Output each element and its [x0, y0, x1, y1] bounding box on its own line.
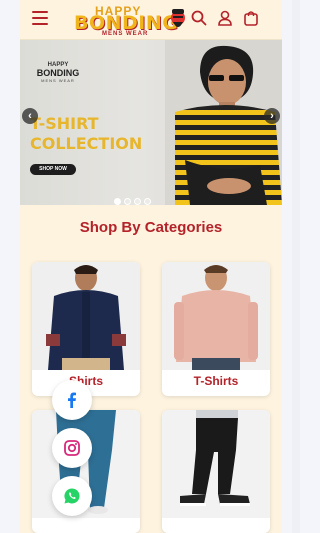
hero-model-image	[165, 40, 282, 205]
hero-brand-logo: HAPPY BONDING MENS WEAR	[36, 62, 80, 83]
slide-dot[interactable]	[124, 198, 131, 205]
category-card-t-shirts[interactable]: T-Shirts	[162, 262, 270, 396]
logo[interactable]: HAPPY BONDING MENS WEAR	[60, 2, 190, 40]
prev-slide-button[interactable]: ‹	[22, 108, 38, 124]
category-label: T-Shirts	[193, 374, 239, 388]
category-card-joggers[interactable]	[162, 410, 270, 533]
user-icon[interactable]	[216, 9, 234, 27]
facebook-icon	[68, 392, 76, 408]
slide-dot[interactable]	[144, 198, 151, 205]
whatsapp-button[interactable]	[52, 476, 92, 516]
facebook-button[interactable]	[52, 380, 92, 420]
hero-banner[interactable]: HAPPY BONDING MENS WEAR T-SHIRT COLLECTI…	[20, 40, 282, 205]
logo-mascot-icon	[171, 9, 185, 27]
section-title: Shop By Categories	[79, 219, 223, 236]
header: HAPPY BONDING MENS WEAR	[20, 0, 282, 40]
menu-icon[interactable]	[32, 11, 48, 25]
category-image	[162, 262, 270, 370]
category-image	[162, 410, 270, 518]
logo-mens-wear: MENS WEAR	[102, 31, 149, 37]
slide-dots	[114, 192, 154, 205]
slide-dot[interactable]	[134, 198, 141, 205]
cart-icon[interactable]	[242, 9, 260, 27]
slide-dot[interactable]	[114, 198, 121, 205]
instagram-icon	[64, 440, 80, 456]
whatsapp-icon	[64, 488, 80, 504]
category-image	[32, 262, 140, 370]
scrollbar[interactable]	[292, 0, 300, 533]
page: HAPPY BONDING MENS WEAR HAPPY BONDING ME…	[20, 0, 282, 533]
search-icon[interactable]	[190, 9, 208, 27]
instagram-button[interactable]	[52, 428, 92, 468]
hero-title: T-SHIRT COLLECTION	[30, 114, 143, 153]
shop-now-button[interactable]: SHOP NOW	[30, 164, 76, 175]
category-card-jeans[interactable]	[32, 410, 140, 533]
next-slide-button[interactable]: ›	[264, 108, 280, 124]
category-card-shirts[interactable]: Shirts	[32, 262, 140, 396]
